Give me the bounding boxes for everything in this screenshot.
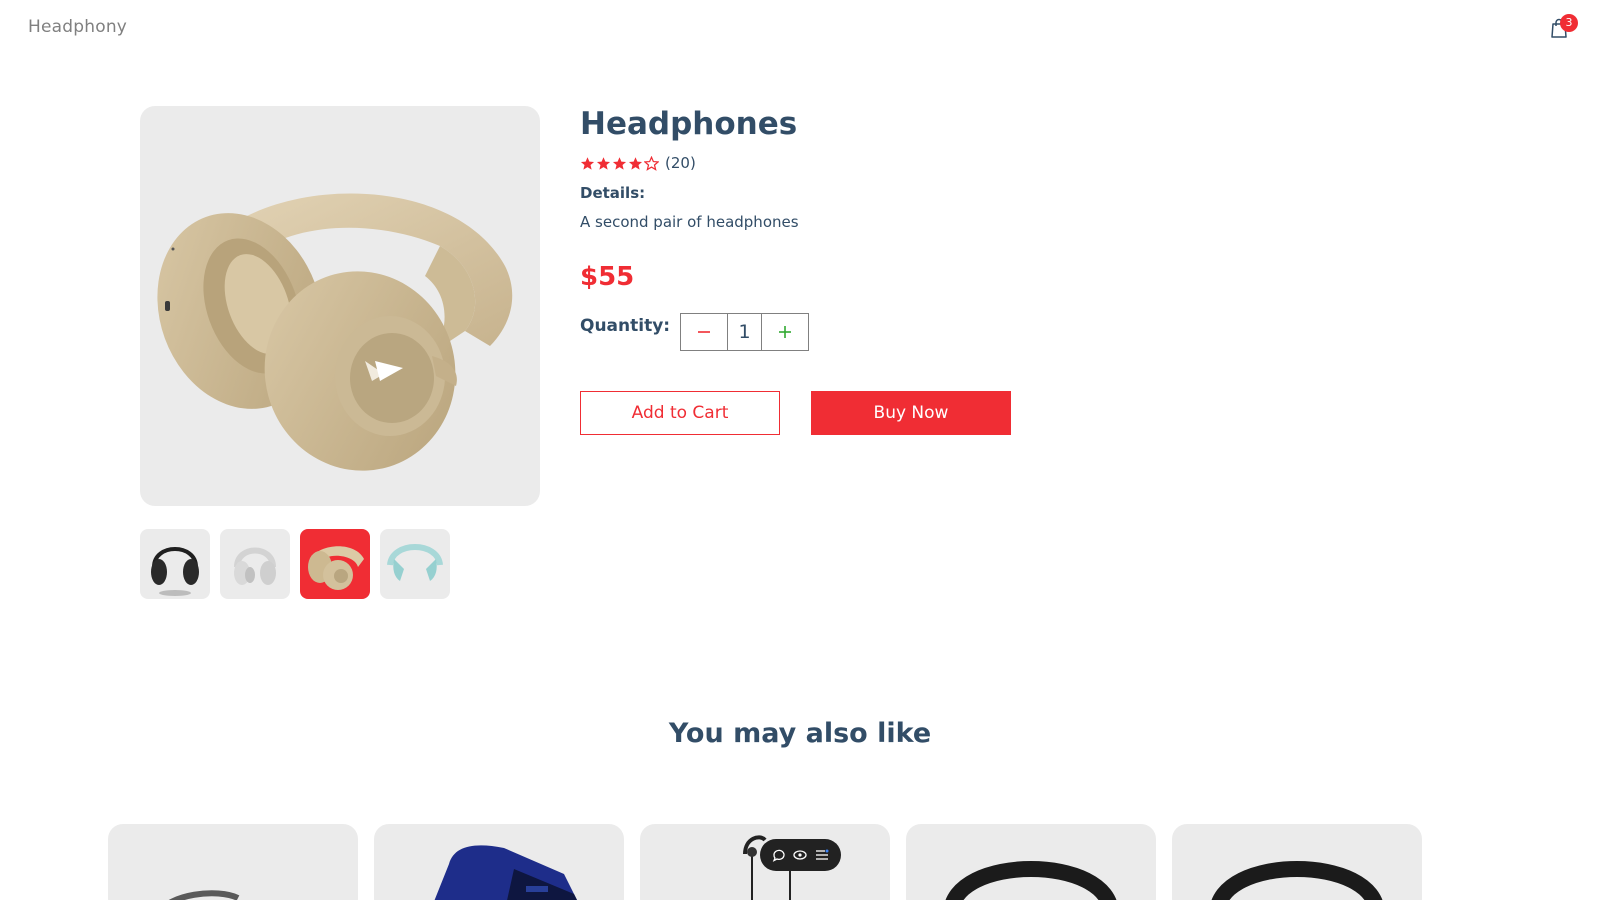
thumbnail-black-headphones[interactable]: [140, 529, 210, 599]
details-label: Details:: [580, 184, 646, 202]
thumbnail-white-headphones[interactable]: [220, 529, 290, 599]
add-to-cart-button[interactable]: Add to Cart: [580, 391, 780, 435]
product-title: Headphones: [580, 106, 798, 142]
cart-count-badge: 3: [1560, 14, 1578, 32]
product-price: $55: [580, 262, 635, 292]
navbar: Headphony 3: [0, 0, 1600, 56]
thumbnail-beige-headphones[interactable]: [300, 529, 370, 599]
product-card-black-headphones[interactable]: [1172, 824, 1422, 900]
quantity-stepper: 1: [680, 313, 809, 351]
light-blue-headphones-image: [387, 544, 443, 581]
product-card-blue-smartwatch[interactable]: [374, 824, 624, 900]
list-icon[interactable]: [814, 847, 830, 863]
product-card-silver-headphones[interactable]: [108, 824, 358, 900]
cart-button[interactable]: 3: [1549, 14, 1578, 40]
beige-headphones-image: [308, 546, 364, 590]
eye-icon[interactable]: [792, 847, 808, 863]
quantity-decrease-button[interactable]: [681, 314, 727, 350]
white-headphones-image: [234, 547, 276, 585]
review-count: (20): [665, 154, 696, 172]
logo[interactable]: Headphony: [28, 17, 127, 37]
quantity-label: Quantity:: [580, 316, 671, 336]
product-main-image: [140, 106, 540, 506]
buy-now-button[interactable]: Buy Now: [811, 391, 1011, 435]
rating-row: (20): [580, 152, 696, 174]
product-card-black-headphones[interactable]: [906, 824, 1156, 900]
star-filled-icon: [628, 156, 643, 170]
thumbnail-light-blue-headphones[interactable]: [380, 529, 450, 599]
star-filled-icon: [596, 156, 611, 170]
minus-icon: [698, 331, 711, 333]
blue-smartwatch-image: [434, 845, 577, 900]
black-headphones-image: [151, 547, 199, 596]
comment-icon[interactable]: [771, 847, 787, 863]
quantity-value[interactable]: 1: [727, 314, 762, 350]
star-outline-icon: [644, 155, 659, 171]
plus-icon: [778, 326, 791, 338]
beige-headphones-image: [157, 193, 513, 471]
black-headphones-image: [1211, 861, 1383, 900]
floating-toolbar: [760, 839, 841, 871]
star-filled-icon: [612, 156, 627, 170]
silver-headphones-image: [168, 890, 240, 900]
star-filled-icon: [580, 156, 595, 170]
quantity-increase-button[interactable]: [762, 314, 808, 350]
may-also-like-title: You may also like: [668, 718, 932, 749]
details-text: A second pair of headphones: [580, 213, 799, 231]
black-headphones-image: [945, 861, 1117, 900]
